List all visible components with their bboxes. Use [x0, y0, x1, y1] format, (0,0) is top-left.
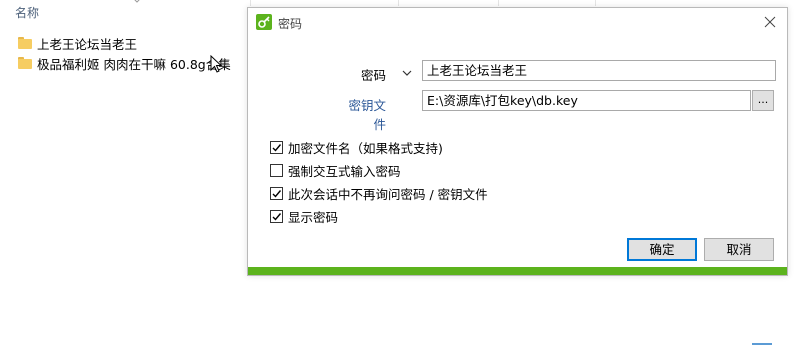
- option-encrypt-filenames[interactable]: 加密文件名（如果格式支持): [270, 139, 443, 156]
- cancel-button[interactable]: 取消: [704, 238, 774, 261]
- column-divider[interactable]: [250, 0, 251, 6]
- column-divider[interactable]: [498, 0, 499, 6]
- option-show-password[interactable]: 显示密码: [270, 208, 339, 225]
- file-name: 上老王论坛当老王: [37, 36, 138, 52]
- browse-keyfile-button[interactable]: ...: [752, 90, 774, 111]
- option-dont-ask-again[interactable]: 此次会话中不再询问密码 / 密钥文件: [270, 185, 488, 202]
- option-label: 强制交互式输入密码: [288, 163, 401, 179]
- column-name-header[interactable]: 名称: [15, 4, 39, 21]
- mouse-cursor-icon: [210, 54, 224, 75]
- column-divider[interactable]: [595, 0, 596, 6]
- dialog-titlebar[interactable]: 密码: [248, 8, 787, 36]
- option-label: 此次会话中不再询问密码 / 密钥文件: [288, 186, 488, 202]
- folder-icon: [18, 57, 32, 69]
- option-label: 加密文件名（如果格式支持): [288, 140, 443, 156]
- password-dialog: 密码 密码 上老王论坛当老王 密钥文件 E:\资源库\打包key\db.key …: [247, 7, 788, 276]
- option-label: 显示密码: [288, 209, 339, 225]
- sort-chevron-icon: [132, 0, 142, 4]
- close-icon: [764, 16, 776, 28]
- password-history-dropdown-chevron-icon[interactable]: [402, 67, 412, 77]
- file-name: 极品福利姬 肉肉在干嘛 60.8g合集: [37, 56, 231, 72]
- dialog-title: 密码: [278, 17, 303, 31]
- password-input[interactable]: 上老王论坛当老王: [422, 60, 776, 81]
- selection-indicator: [752, 343, 772, 345]
- keyfile-input[interactable]: E:\资源库\打包key\db.key: [422, 90, 751, 111]
- keyfile-label[interactable]: 密钥文件: [338, 95, 386, 133]
- app-icon: [256, 14, 272, 30]
- checkbox-checked[interactable]: [270, 140, 283, 154]
- progress-bar: [248, 267, 787, 275]
- folder-icon: [18, 37, 32, 49]
- close-button[interactable]: [761, 13, 779, 31]
- column-divider[interactable]: [398, 0, 399, 6]
- password-label: 密码: [360, 68, 386, 83]
- ok-button[interactable]: 确定: [627, 238, 697, 261]
- checkbox-unchecked[interactable]: [270, 163, 283, 177]
- checkbox-checked[interactable]: [270, 186, 283, 200]
- option-force-interactive[interactable]: 强制交互式输入密码: [270, 162, 401, 179]
- checkbox-checked[interactable]: [270, 209, 283, 223]
- list-item[interactable]: 极品福利姬 肉肉在干嘛 60.8g合集: [18, 53, 231, 73]
- list-item[interactable]: 上老王论坛当老王: [18, 33, 137, 53]
